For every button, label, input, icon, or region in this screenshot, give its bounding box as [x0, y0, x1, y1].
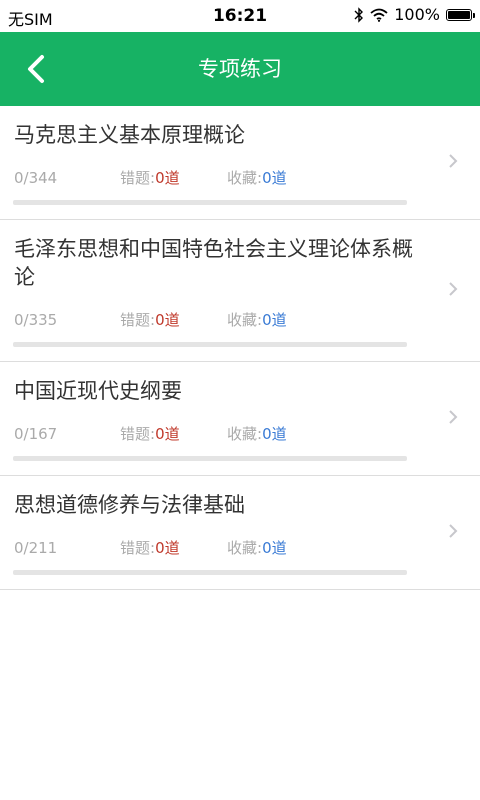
subject-name: 马克思主义基本原理概论 [14, 123, 245, 147]
subject-item[interactable]: 毛泽东思想和中国特色社会主义理论体系概论 0/335 错题:0道 收藏:0道 [0, 220, 480, 362]
favorite-label: 收藏: [227, 311, 263, 329]
progress-bar [13, 570, 407, 575]
status-bar: 无SIM 16:21 100% [0, 0, 480, 32]
progress-count: 0/211 [14, 539, 58, 557]
favorite-count: 0道 [262, 311, 287, 329]
subject-meta: 0/211 错题:0道 收藏:0道 [14, 538, 287, 558]
battery-icon [446, 8, 475, 21]
wrong-label: 错题: [120, 169, 156, 187]
wrong-count: 0道 [155, 169, 180, 187]
progress-bar [13, 456, 407, 461]
progress-bar [13, 342, 407, 347]
subject-meta: 0/344 错题:0道 收藏:0道 [14, 168, 287, 188]
chevron-right-icon [449, 282, 458, 296]
battery-level [448, 10, 470, 19]
subject-meta: 0/335 错题:0道 收藏:0道 [14, 310, 287, 330]
subject-item[interactable]: 思想道德修养与法律基础 0/211 错题:0道 收藏:0道 [0, 476, 480, 590]
subject-item[interactable]: 中国近现代史纲要 0/167 错题:0道 收藏:0道 [0, 362, 480, 476]
subject-name: 思想道德修养与法律基础 [14, 493, 245, 517]
progress-count: 0/335 [14, 311, 58, 329]
chevron-right-icon [449, 154, 458, 168]
nav-bar: 专项练习 [0, 32, 480, 106]
wrong-label: 错题: [120, 425, 156, 443]
bluetooth-icon [354, 6, 364, 23]
subject-item[interactable]: 马克思主义基本原理概论 0/344 错题:0道 收藏:0道 [0, 106, 480, 220]
wifi-icon [370, 8, 388, 22]
wrong-count: 0道 [155, 539, 180, 557]
wrong-count: 0道 [155, 425, 180, 443]
favorite-count: 0道 [262, 425, 287, 443]
page-title: 专项练习 [198, 57, 282, 81]
favorite-label: 收藏: [227, 539, 263, 557]
wrong-label: 错题: [120, 311, 156, 329]
favorite-count: 0道 [262, 539, 287, 557]
status-right: 100% [354, 5, 475, 24]
favorite-label: 收藏: [227, 169, 263, 187]
battery-percent: 100% [394, 5, 440, 24]
subject-list: 马克思主义基本原理概论 0/344 错题:0道 收藏:0道 毛泽东思想和中国特色… [0, 106, 480, 590]
subject-name: 毛泽东思想和中国特色社会主义理论体系概论 [14, 237, 413, 289]
progress-count: 0/167 [14, 425, 58, 443]
wrong-label: 错题: [120, 539, 156, 557]
chevron-right-icon [449, 410, 458, 424]
wrong-count: 0道 [155, 311, 180, 329]
chevron-right-icon [449, 524, 458, 538]
subject-meta: 0/167 错题:0道 收藏:0道 [14, 424, 287, 444]
favorite-label: 收藏: [227, 425, 263, 443]
subject-name: 中国近现代史纲要 [14, 379, 182, 403]
favorite-count: 0道 [262, 169, 287, 187]
progress-bar [13, 200, 407, 205]
progress-count: 0/344 [14, 169, 58, 187]
